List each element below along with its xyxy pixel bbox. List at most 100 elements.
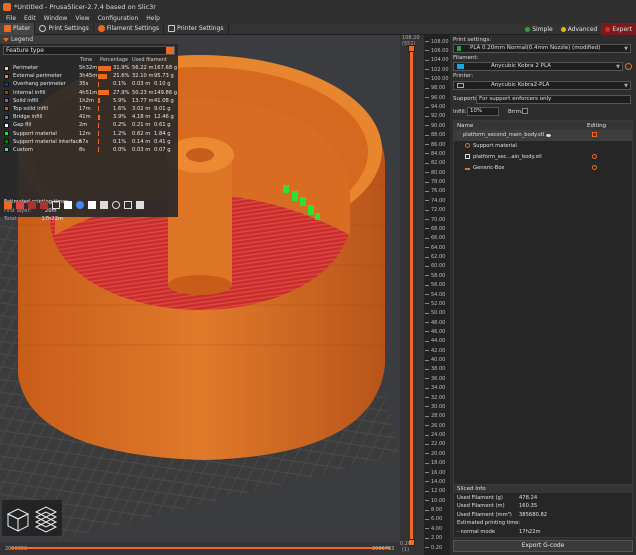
tab-plater[interactable]: Plater xyxy=(0,22,36,35)
vertical-layer-slider[interactable]: 108.20 (551) 0.20 (1) xyxy=(400,35,424,555)
prusaslicer-window: *Untitled - PrusaSlicer-2.7.4 based on S… xyxy=(0,0,636,555)
feature-pct: 27.9% xyxy=(113,89,130,96)
shells-icon[interactable] xyxy=(124,201,132,209)
legend-row[interactable]: Support material 12m 1.2% 0.62 m 1.84 g xyxy=(0,130,178,138)
filament-combo[interactable]: Anycubic Kobra 2 PLA ▼ xyxy=(453,62,623,71)
legend-row[interactable]: External perimeter 3h45m 21.6% 32.10 m 95.73… xyxy=(0,72,178,80)
print-settings-combo[interactable]: PLA 0.20mm Normal(0.4mm Nozzle) (modifie… xyxy=(453,44,631,53)
ruler-tick: 8.00 xyxy=(425,507,450,514)
feature-weight: 12.46 g xyxy=(154,114,174,121)
part-settings-icon[interactable] xyxy=(592,154,597,159)
ruler-tick: 76.00 xyxy=(425,188,450,194)
feature-type-combo[interactable]: Feature type xyxy=(3,46,175,55)
ruler-tick: 28.00 xyxy=(425,413,450,419)
legend-header[interactable]: Legend xyxy=(0,35,178,44)
ruler-tick-label: 32.00 xyxy=(431,394,446,401)
ruler-tick: 68.00 xyxy=(425,226,450,232)
editing-icon[interactable] xyxy=(592,132,597,137)
center-of-gravity-icon[interactable] xyxy=(112,201,120,209)
legend-row[interactable]: Custom 8s 0.0% 0.03 m 0.07 g xyxy=(0,146,178,154)
mode-expert[interactable]: Expert xyxy=(601,23,636,35)
vslider-track[interactable] xyxy=(410,45,413,543)
legend-row[interactable]: Top solid infill 17m 1.6% 3.02 m 9.01 g xyxy=(0,105,178,113)
ruler-tick: 30.00 xyxy=(425,403,450,410)
ruler-tick-label: 80.00 xyxy=(431,169,446,176)
tab-filament-settings[interactable]: Filament Settings xyxy=(94,22,165,35)
menu-help[interactable]: Help xyxy=(142,15,164,22)
ruler-tick-label: 30.00 xyxy=(431,403,446,410)
object-row[interactable]: Generic-Box xyxy=(454,163,632,174)
custom-gcodes-icon[interactable] xyxy=(100,201,108,209)
object-row[interactable]: platform_sec...ain_body.stl xyxy=(454,152,632,163)
col-used-filament: Used filament xyxy=(132,57,167,63)
legend-row[interactable]: Perimeter 5h32m 31.9% 56.22 m 167.68 g xyxy=(0,64,178,72)
modifier-settings-icon[interactable] xyxy=(592,165,597,170)
horizontal-move-slider[interactable]: 2059352 2066783 xyxy=(0,542,400,555)
mode-advanced[interactable]: Advanced xyxy=(557,23,602,35)
legend-row[interactable]: Internal infill 4h51m 27.9% 50.23 m 149.86 g xyxy=(0,89,178,97)
menu-edit[interactable]: Edit xyxy=(20,15,40,22)
object-row[interactable]: Support material xyxy=(454,141,632,152)
ruler-tick: 108.00 xyxy=(425,39,450,45)
object-row[interactable]: platform_second_main_body.stl xyxy=(454,130,632,141)
total-value: 17h22m xyxy=(41,216,64,222)
tool-marker-icon[interactable] xyxy=(136,201,144,209)
tab-printer-settings[interactable]: Printer Settings xyxy=(164,22,229,35)
ruler-tick-label: 16.00 xyxy=(431,469,446,476)
legend-row[interactable]: Support material interface 57s 0.1% 0.14 m0… xyxy=(0,138,178,146)
seams-icon[interactable] xyxy=(52,201,60,209)
ruler-tick-label: 8.00 xyxy=(431,507,443,514)
total-time: Total: 17h22m xyxy=(4,216,63,222)
tab-print-settings[interactable]: Print Settings xyxy=(35,22,94,35)
ruler-tick: 56.00 xyxy=(425,282,450,288)
pause-prints-icon[interactable] xyxy=(88,201,96,209)
mode-simple[interactable]: Simple xyxy=(521,23,557,35)
ruler-tick-label: 62.00 xyxy=(431,254,446,261)
ruler-tick: 54.00 xyxy=(425,292,450,298)
feature-weight: 0.10 g xyxy=(154,81,171,88)
hslider-track[interactable] xyxy=(10,547,390,549)
legend-row[interactable]: Solid infill 1h2m 5.9% 13.77 m 41.08 g xyxy=(0,97,178,105)
color-changes-icon[interactable] xyxy=(76,201,84,209)
percentage-bar xyxy=(98,90,109,96)
filament-settings-gear-icon[interactable] xyxy=(625,63,632,70)
legend-row[interactable]: Bridge infill 41m 3.9% 4.18 m 12.46 g xyxy=(0,113,178,121)
hslider-right-value: 2066783 xyxy=(372,546,395,552)
feature-name: Overhang perimeter xyxy=(13,81,66,88)
export-gcode-button[interactable]: Export G-code xyxy=(453,540,633,552)
settings-sidebar: Print settings: PLA 0.20mm Normal(0.4mm … xyxy=(450,35,636,555)
deretractions-icon[interactable] xyxy=(40,201,48,209)
col-editing: Editing xyxy=(587,122,607,129)
ruler-tick-label: 88.00 xyxy=(431,132,446,139)
tool-changes-icon[interactable] xyxy=(64,201,72,209)
menu-configuration[interactable]: Configuration xyxy=(94,15,143,22)
feature-weight: 0.07 g xyxy=(154,146,171,153)
ruler-tick: 14.00 xyxy=(425,479,450,485)
view-mode-icons xyxy=(6,506,58,533)
ruler-tick-label: 34.00 xyxy=(431,385,446,392)
eye-icon[interactable] xyxy=(546,133,551,137)
ruler-tick: 4.00 xyxy=(425,526,450,532)
legend-row[interactable]: Overhang perimeter 35s 0.1% 0.03 m 0.10 g xyxy=(0,80,178,88)
menu-view[interactable]: View xyxy=(71,15,93,22)
ruler-tick: 32.00 xyxy=(425,394,450,401)
printer-combo[interactable]: Anycubic Kobra2-PLA ▼ xyxy=(453,81,631,90)
sliced-info-row: Used Filament (m) 160.35 xyxy=(454,502,632,511)
feature-length: 0.03 m xyxy=(132,146,151,153)
vslider-top-thumb[interactable] xyxy=(408,45,415,52)
retractions-icon[interactable] xyxy=(28,201,36,209)
brim-checkbox[interactable] xyxy=(522,108,528,114)
legend-row[interactable]: Gap fill 2m 0.2% 0.21 m 0.61 g xyxy=(0,121,178,129)
menu-window[interactable]: Window xyxy=(40,15,72,22)
feature-name: Internal infill xyxy=(13,89,46,96)
feature-type-value: Feature type xyxy=(6,47,44,54)
percentage-bar xyxy=(98,147,99,153)
supports-combo[interactable]: For support enforcers only xyxy=(476,95,631,104)
ruler-tick: 18.00 xyxy=(425,460,450,466)
travel-icon[interactable] xyxy=(4,201,12,209)
menu-file[interactable]: File xyxy=(2,15,20,22)
infill-combo[interactable]: 10% xyxy=(467,107,499,116)
wipe-icon[interactable] xyxy=(16,201,24,209)
percentage-bar xyxy=(98,122,99,128)
sliced-info-row: Used Filament (g) 478.24 xyxy=(454,493,632,502)
